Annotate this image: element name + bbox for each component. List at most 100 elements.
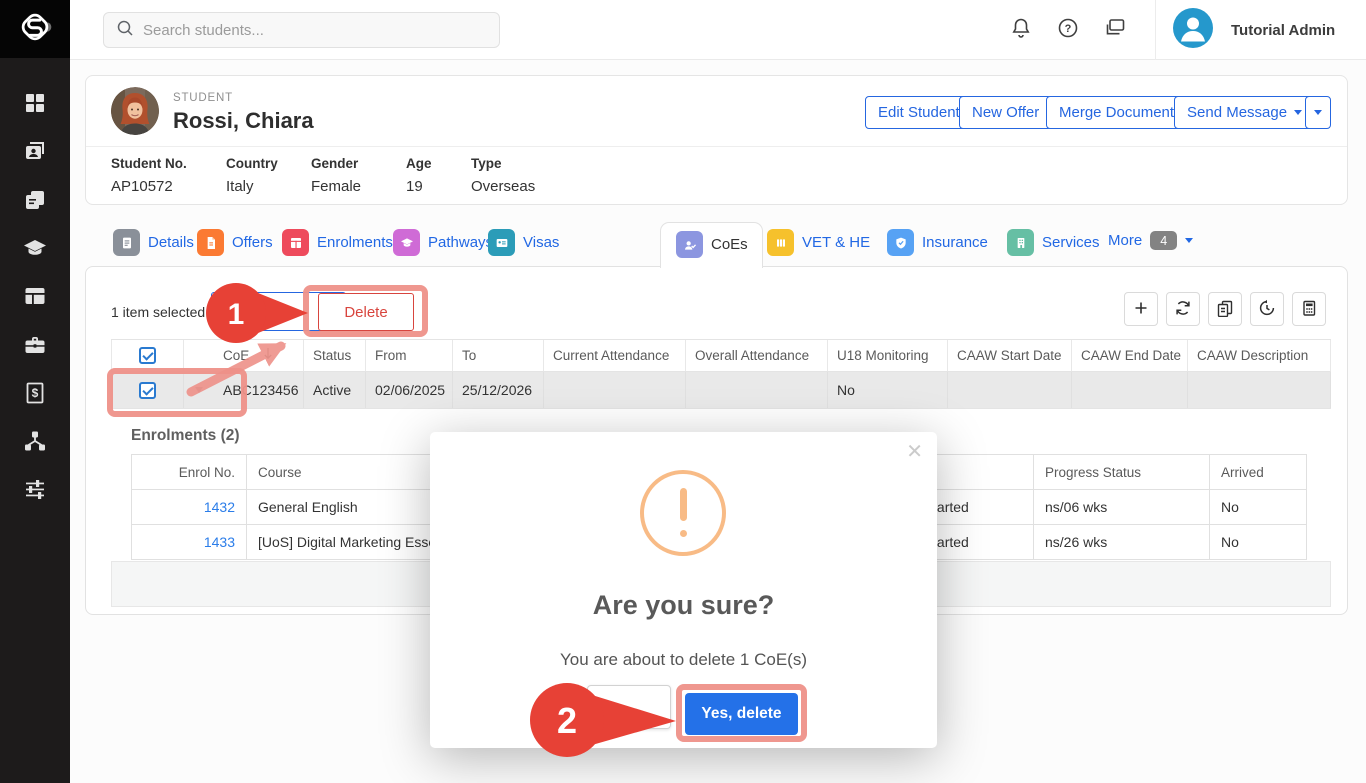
pathways-icon	[393, 229, 420, 256]
plus-icon	[1132, 299, 1150, 320]
close-icon[interactable]: ✕	[906, 442, 923, 462]
app-logo[interactable]	[0, 0, 70, 58]
coes-icon	[676, 231, 703, 258]
sidebar-item-settings[interactable]	[0, 468, 70, 510]
search-icon	[116, 19, 134, 42]
calculator-button[interactable]	[1292, 292, 1326, 326]
copy-button[interactable]	[1208, 292, 1242, 326]
column-status[interactable]: Status	[304, 340, 366, 371]
student-info-row: Student No. AP10572 Country Italy Gender…	[86, 146, 1347, 206]
delete-button[interactable]: Delete	[318, 293, 414, 331]
cell-arrived: No	[1210, 525, 1307, 560]
tab-services[interactable]: Services	[1007, 229, 1100, 256]
cell-arrived: No	[1210, 490, 1307, 525]
cell-to: 25/12/2026	[453, 372, 544, 408]
sidebar-item-network[interactable]	[0, 420, 70, 462]
sidebar-item-dashboard[interactable]	[0, 82, 70, 124]
column-to[interactable]: To	[453, 340, 544, 371]
cell-current-attendance	[544, 372, 686, 408]
search-input[interactable]	[143, 22, 463, 39]
vet-he-icon	[767, 229, 794, 256]
help-button[interactable]: ?	[1055, 17, 1081, 43]
column-caaw-description[interactable]: CAAW Description	[1188, 340, 1331, 371]
tab-insurance[interactable]: Insurance	[887, 229, 988, 256]
selection-count-label: 1 item selected	[111, 292, 205, 331]
new-offer-button[interactable]: New Offer	[959, 96, 1052, 129]
layout-icon	[23, 284, 47, 308]
logo-icon	[16, 8, 54, 51]
sidebar-item-finance[interactable]: $	[0, 372, 70, 414]
chevron-down-icon	[1185, 238, 1193, 243]
tab-pathways[interactable]: Pathways	[393, 229, 493, 256]
select-all-checkbox[interactable]	[139, 347, 156, 364]
tab-vet-he[interactable]: VET & HE	[767, 229, 870, 256]
user-menu[interactable]: Tutorial Admin	[1173, 9, 1335, 51]
column-from[interactable]: From	[366, 340, 453, 371]
calculator-icon	[1300, 299, 1318, 320]
help-icon: ?	[1056, 16, 1080, 45]
messages-button[interactable]	[1102, 17, 1128, 43]
sidebar-item-briefcase[interactable]	[0, 324, 70, 366]
column-u18-monitoring[interactable]: U18 Monitoring	[828, 340, 948, 371]
briefcase-icon	[23, 333, 47, 357]
cell-caaw-start	[948, 372, 1072, 408]
cancel-button[interactable]	[587, 685, 671, 729]
tab-more[interactable]: More 4	[1108, 231, 1193, 250]
send-message-button[interactable]: Send Message	[1174, 96, 1315, 129]
column-arrived: Arrived	[1210, 455, 1307, 490]
refresh-icon	[1174, 299, 1192, 320]
sidebar-item-education[interactable]	[0, 227, 70, 269]
edit-student-button[interactable]: Edit Student	[865, 96, 973, 129]
column-caaw-start[interactable]: CAAW Start Date	[948, 340, 1072, 371]
chevron-down-icon	[1294, 110, 1302, 115]
history-icon	[1258, 299, 1276, 320]
coe-table-row[interactable]: ABC123456 Active 02/06/2025 25/12/2026 N…	[111, 371, 1331, 409]
info-student-no: Student No. AP10572	[111, 156, 187, 195]
select-all-header[interactable]	[111, 340, 184, 371]
refresh-button[interactable]	[1166, 292, 1200, 326]
sidebar-item-layout[interactable]	[0, 275, 70, 317]
history-button[interactable]	[1250, 292, 1284, 326]
sort-descending-icon	[263, 340, 273, 371]
column-overall-attendance[interactable]: Overall Attendance	[686, 340, 828, 371]
enrol-no-link[interactable]: 1432	[204, 499, 235, 515]
dollar-icon: $	[23, 381, 47, 405]
column-current-attendance[interactable]: Current Attendance	[544, 340, 686, 371]
services-icon	[1007, 229, 1034, 256]
tab-enrolments[interactable]: Enrolments	[282, 229, 393, 256]
confirm-delete-button[interactable]: Yes, delete	[685, 693, 798, 735]
cell-caaw-end	[1072, 372, 1188, 408]
sidebar-item-students[interactable]	[0, 130, 70, 172]
row-checkbox[interactable]	[139, 382, 156, 399]
cell-progress: ns/06 wks	[1034, 490, 1210, 525]
dashboard-icon	[23, 91, 47, 115]
more-actions-button[interactable]	[1305, 96, 1331, 129]
user-name: Tutorial Admin	[1231, 22, 1335, 39]
column-caaw-end[interactable]: CAAW End Date	[1072, 340, 1188, 371]
graduation-cap-icon	[23, 236, 47, 260]
coe-table: CoE Status From To Current Attendance Ov…	[111, 339, 1331, 409]
bell-icon	[1009, 16, 1033, 45]
tab-coes[interactable]: CoEs	[676, 231, 748, 258]
info-type: Type Overseas	[471, 156, 535, 195]
tab-offers[interactable]: Offers	[197, 229, 273, 256]
cell-caaw-description	[1188, 372, 1331, 408]
column-coe[interactable]: CoE	[214, 340, 304, 371]
add-coe-button[interactable]	[1124, 292, 1158, 326]
topbar: ? Tutorial Admin	[70, 0, 1366, 60]
column-progress-status: Progress Status	[1034, 455, 1210, 490]
enrol-no-link[interactable]: 1433	[204, 534, 235, 550]
chevron-down-icon	[1314, 110, 1322, 115]
tab-details[interactable]: Details	[113, 229, 194, 256]
sidebar-item-documents[interactable]	[0, 179, 70, 221]
svg-text:?: ?	[1065, 23, 1072, 35]
expander-header	[184, 340, 214, 371]
documents-icon	[23, 188, 47, 212]
tab-visas[interactable]: Visas	[488, 229, 559, 256]
notifications-button[interactable]	[1008, 17, 1034, 43]
collapse-row-icon[interactable]	[195, 387, 203, 393]
coe-table-header: CoE Status From To Current Attendance Ov…	[111, 339, 1331, 371]
cell-coe: ABC123456	[214, 372, 304, 408]
merge-document-button[interactable]: Merge Document	[1046, 96, 1187, 129]
row-expander-cell	[184, 372, 214, 408]
